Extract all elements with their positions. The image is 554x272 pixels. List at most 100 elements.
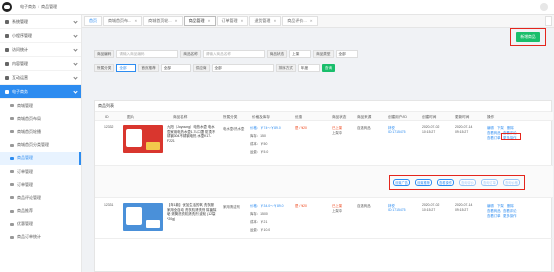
filter-row: 商品编码 请输入商品编码 商品名称 请输入商品名称 商品状态 上架 商品类型 全… [94,50,494,58]
tab-returns[interactable]: 退货管理 ✕ [249,16,282,26]
chevron-down-icon [73,75,78,80]
sidebar-subitem-category[interactable]: 商城首页分类管理 [0,139,81,152]
product-name[interactable]: 【年1款】优加生活的氧 洗衣服 家用全自动 洗衣机清洗剂 除菌除垢 滚筒洗衣机清… [167,203,217,221]
user-avatar[interactable] [540,3,548,11]
chevron-down-icon [73,19,78,24]
sidebar-subitem-recommend[interactable]: 商品推荐 [0,205,81,218]
sidebar-item-miniprogram[interactable]: 小程序管理 [0,29,81,43]
product-name[interactable]: 九阳（Joyoung）电热水壶 电水壶家用电热水壶1.7L口罩 防烫不锈钢304… [167,125,217,143]
tab-carousel[interactable]: 商城首页轮... ✕ [143,16,183,26]
type-select[interactable]: 全部 [335,50,358,58]
sidebar-subitem-products[interactable]: 商品管理 [0,151,81,165]
create-product-button[interactable]: 新增商品 [516,32,540,42]
status-sub: 上架中 [332,209,343,213]
product-discount: 是 / ¥20 [295,126,307,130]
product-code-input[interactable]: 请输入商品编码 [116,50,179,58]
status-sub: 上架中 [332,131,343,135]
breadcrumb-item[interactable]: 电子商务 [20,4,36,10]
homepage-recommend-select[interactable]: 全部 [160,64,191,72]
product-fee: 运费：￥5.0 [250,150,269,154]
creator-id[interactable]: ID:1715475 [388,208,406,212]
sidebar-subitem-discounts[interactable]: 优惠管理 [0,218,81,231]
created-time: 2020-07-02 10:15:27 [422,125,440,134]
sidebar-subitem-reviews[interactable]: 商品评论管理 [0,191,81,204]
chevron-down-icon [73,47,78,52]
product-stock: 库存：1500 [250,212,268,216]
category-label: 所属分类 [94,64,115,72]
category-select[interactable]: 全部 [116,64,137,72]
sort-label: 排序方式 [275,64,296,72]
type-label: 商品类型 [313,50,334,58]
supplier-select[interactable]: 全部 [211,64,274,72]
tab-home[interactable]: 首页 [84,16,102,26]
close-icon[interactable]: ✕ [241,19,244,23]
row-id: 12331 [104,203,114,207]
product-image[interactable] [123,125,163,153]
filter-row: 所属分类 全部 首页推荐 全部 供应商 全部 排序方式 年度 查询 [94,64,494,72]
table-header: ID 图片 商品名称 所属分类 价格及库存 优惠 商品状态 商品来源 创建用户/… [95,112,553,121]
sidebar-item-content[interactable]: 内容管理 [0,57,81,71]
chevron-down-icon [73,33,78,38]
cart-icon [5,89,9,94]
sidebar-subitem-carousel[interactable]: 商城首页轮播 [0,125,81,138]
table-row: 12331 【年1款】优加生活的氧 洗衣服 家用全自动 洗衣机清洗剂 除菌除垢 … [95,199,553,239]
list-title: 商品列表 [95,101,551,112]
sidebar-subitem-mall[interactable]: 商城管理 [0,99,81,112]
product-category: 家用清洁剂 [223,205,240,209]
table-row: 12332 九阳（Joyoung）电热水壶 电水壶家用电热水壶1.7L口罩 防烫… [95,121,553,198]
search-button[interactable]: 查询 [321,64,336,72]
tab-orders[interactable]: 订单管理 ✕ [216,16,249,26]
sort-select[interactable]: 年度 [297,64,320,72]
folder-icon [10,143,14,147]
close-icon[interactable]: ✕ [273,19,276,23]
product-fee: 运费：￥10.0 [250,228,271,232]
homepage-recommend-label: 首页推荐 [138,64,159,72]
sidebar-subitem-orders[interactable]: 订单管理 [0,165,81,178]
product-name-input[interactable]: 请输入商品名称 [202,50,265,58]
sidebar-item-stats[interactable]: 访问统计 [0,43,81,57]
highlight-box [389,175,525,190]
list-icon [10,183,14,187]
updated-time: 2020-07-14 09:15:27 [455,125,473,134]
sidebar-subitem-order-stats[interactable]: 商品订单统计 [0,231,81,244]
product-cost: 成本：￥50 [250,142,268,146]
col-discount: 优惠 [295,114,303,119]
close-icon[interactable]: ✕ [134,19,137,23]
view-order-link[interactable]: 查看订单 [487,213,501,218]
filter-panel: 商品编码 请输入商品编码 商品名称 请输入商品名称 商品状态 上架 商品类型 全… [94,50,494,78]
tab-scroll-button[interactable] [545,16,552,26]
product-discount: 是 / ¥20 [295,204,307,208]
close-icon[interactable]: ✕ [175,19,178,23]
document-icon [5,61,9,66]
chevron-down-icon [73,61,78,66]
supplier-label: 供应商 [192,64,210,72]
sidebar-item-system[interactable]: 系统管理 [0,15,81,29]
creator-id[interactable]: ID:1715475 [388,130,406,134]
tab-reviews[interactable]: 商品评价... ✕ [282,16,318,26]
product-price: 价格：￥34.0～￥89.0 [250,204,284,208]
list-icon [10,170,14,174]
sidebar-item-interaction[interactable]: 互动运营 [0,71,81,85]
chat-icon [5,75,9,80]
view-order-link[interactable]: 查看订单 [487,135,501,140]
more-actions-link[interactable]: 更多操作 [503,213,517,218]
tab-products[interactable]: 商品管理 ✕ [183,16,216,26]
gear-icon [5,19,9,24]
product-code-label: 商品编码 [94,50,115,58]
close-icon[interactable]: ✕ [208,19,211,23]
sidebar-subitem-layout[interactable]: 商城首页布局 [0,112,81,125]
product-name-label: 商品名称 [180,50,201,58]
tab-layout[interactable]: 商城首页布... ✕ [103,16,143,26]
main-content: 新增商品 商品编码 请输入商品编码 商品名称 请输入商品名称 商品状态 上架 商… [82,28,554,272]
col-actions: 操作 [487,114,495,119]
col-name: 商品名称 [173,114,188,119]
close-icon[interactable]: ✕ [310,19,313,23]
status-select[interactable]: 上架 [289,50,312,58]
breadcrumb-item: 商品管理 [41,4,58,9]
row-id: 12332 [104,125,114,129]
status-label: 商品状态 [266,50,288,58]
product-image[interactable] [123,203,163,231]
sidebar-item-ecommerce[interactable]: 电子商务 [0,85,81,99]
sidebar-subitem-orders-2[interactable]: 订单管理 [0,178,81,191]
col-created: 创建时间 [422,114,437,119]
